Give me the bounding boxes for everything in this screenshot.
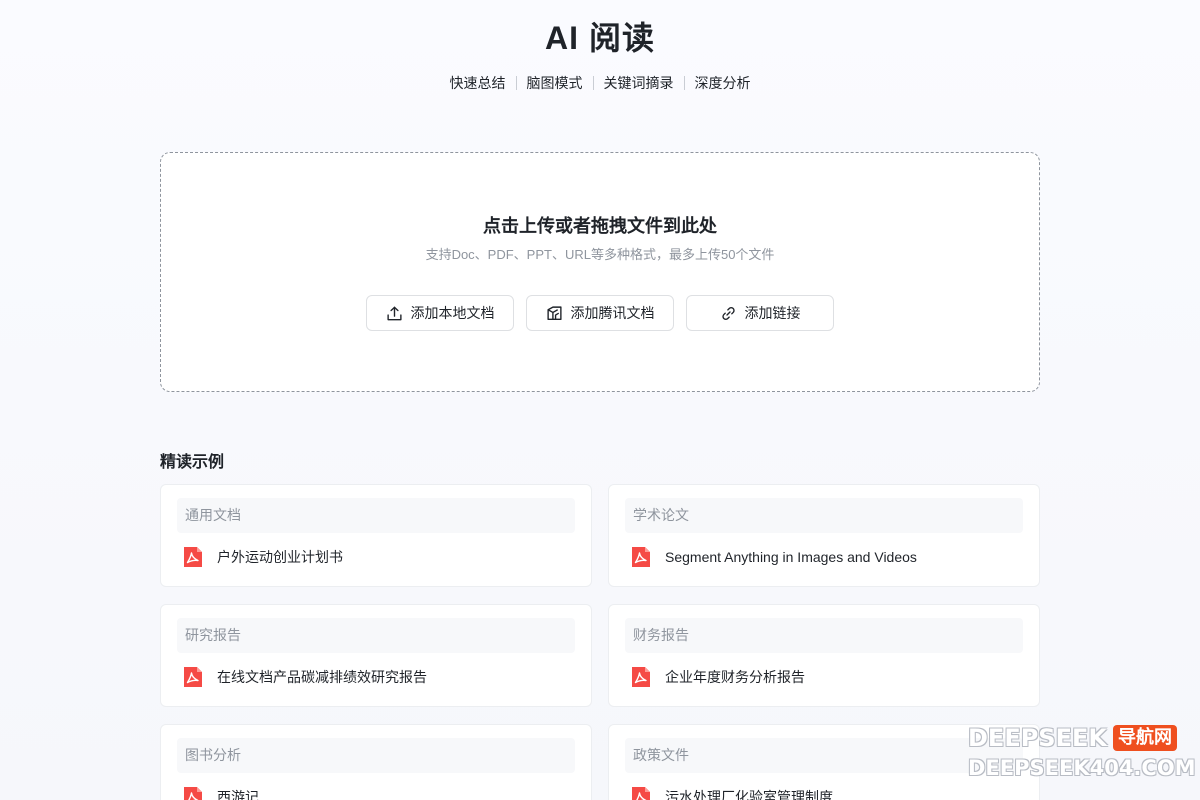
example-doc-link[interactable]: 户外运动创业计划书 (181, 545, 575, 569)
example-card: 学术论文 Segment Anything in Images and Vide… (608, 484, 1040, 587)
example-doc-link[interactable]: 污水处理厂化验室管理制度 (629, 785, 1023, 800)
feature-mind-map[interactable]: 脑图模式 (517, 72, 593, 94)
feature-nav: 快速总结 脑图模式 关键词摘录 深度分析 (0, 72, 1200, 94)
pdf-file-icon (184, 787, 202, 800)
example-category: 图书分析 (177, 738, 575, 773)
link-icon (721, 306, 735, 320)
add-link-label: 添加链接 (744, 305, 801, 321)
example-category: 研究报告 (177, 618, 575, 653)
example-category: 政策文件 (625, 738, 1023, 773)
example-category: 学术论文 (625, 498, 1023, 533)
example-doc-name: 企业年度财务分析报告 (665, 669, 805, 685)
example-card: 财务报告 企业年度财务分析报告 (608, 604, 1040, 707)
example-category: 通用文档 (177, 498, 575, 533)
feature-quick-summary[interactable]: 快速总结 (440, 72, 516, 94)
example-card: 通用文档 户外运动创业计划书 (160, 484, 592, 587)
example-doc-link[interactable]: 在线文档产品碳减排绩效研究报告 (181, 665, 575, 689)
tencent-docs-icon (546, 305, 562, 320)
add-tencent-doc-label: 添加腾讯文档 (570, 305, 655, 321)
pdf-file-icon (632, 787, 650, 800)
example-doc-name: 户外运动创业计划书 (217, 549, 343, 565)
feature-keyword-extract[interactable]: 关键词摘录 (594, 72, 684, 94)
ai-reading-page: AI 阅读 快速总结 脑图模式 关键词摘录 深度分析 点击上传或者拖拽文件到此处… (0, 0, 1200, 800)
upload-title: 点击上传或者拖拽文件到此处 (483, 216, 717, 236)
pdf-file-icon (632, 667, 650, 687)
add-local-doc-button[interactable]: 添加本地文档 (366, 295, 514, 331)
examples-grid: 通用文档 户外运动创业计划书 学术论文 Segment Anything in … (160, 484, 1040, 800)
page-title: AI 阅读 (545, 20, 655, 56)
upload-icon (386, 306, 402, 320)
add-local-doc-label: 添加本地文档 (410, 305, 495, 321)
upload-dropzone[interactable]: 点击上传或者拖拽文件到此处 支持Doc、PDF、PPT、URL等多种格式，最多上… (160, 152, 1040, 392)
example-doc-name: Segment Anything in Images and Videos (665, 549, 917, 565)
example-doc-link[interactable]: 企业年度财务分析报告 (629, 665, 1023, 689)
watermark-badge: 导航网 (1112, 725, 1177, 751)
add-link-button[interactable]: 添加链接 (686, 295, 834, 331)
example-doc-link[interactable]: 西游记 (181, 785, 575, 800)
feature-deep-analysis[interactable]: 深度分析 (685, 72, 761, 94)
example-card: 研究报告 在线文档产品碳减排绩效研究报告 (160, 604, 592, 707)
upload-actions: 添加本地文档 添加腾讯文档 添加链接 (161, 295, 1039, 331)
pdf-file-icon (184, 667, 202, 687)
add-tencent-doc-button[interactable]: 添加腾讯文档 (526, 295, 674, 331)
example-category: 财务报告 (625, 618, 1023, 653)
example-doc-name: 在线文档产品碳减排绩效研究报告 (217, 669, 427, 685)
upload-subtitle: 支持Doc、PDF、PPT、URL等多种格式，最多上传50个文件 (425, 247, 775, 262)
example-doc-link[interactable]: Segment Anything in Images and Videos (629, 545, 1023, 569)
examples-section-title: 精读示例 (160, 454, 225, 471)
example-doc-name: 西游记 (217, 789, 259, 800)
example-card: 图书分析 西游记 (160, 724, 592, 800)
pdf-file-icon (632, 547, 650, 567)
pdf-file-icon (184, 547, 202, 567)
example-card: 政策文件 污水处理厂化验室管理制度 (608, 724, 1040, 800)
example-doc-name: 污水处理厂化验室管理制度 (665, 789, 833, 800)
